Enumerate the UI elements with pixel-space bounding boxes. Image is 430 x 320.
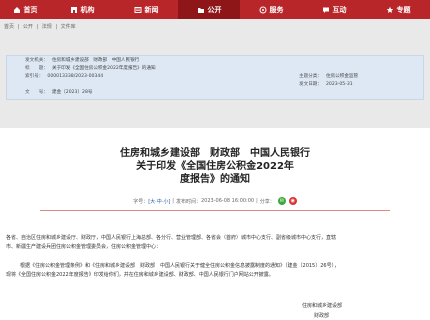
- meta-date: 发文日期： 2023-05-31: [299, 81, 353, 87]
- newspaper-icon: [134, 6, 142, 14]
- nav-label-topic: 专题: [396, 5, 411, 14]
- meta-docno-value: 建金〔2023〕28号: [51, 90, 93, 95]
- info-separator: |: [172, 198, 174, 204]
- nav-label-home: 首页: [23, 5, 38, 14]
- chat-icon: [322, 6, 330, 14]
- paragraph-2-cont: 现将《全国住房公积金2022年度报告》印发给你们，并在住房和城乡建设部、财政部、…: [6, 272, 274, 278]
- weibo-share-icon[interactable]: ◉: [288, 197, 297, 205]
- meta-title-label: 标 题：: [25, 66, 48, 71]
- meta-issuer: 发文机关： 住房和城乡建设部 财政部 中国人民银行: [25, 57, 139, 63]
- divider: [40, 210, 390, 211]
- publish-time-label: 发布时间：: [175, 198, 201, 205]
- meta-index: 索引号： 000013338/2023-00344: [25, 73, 103, 79]
- breadcrumb-sep: |: [36, 24, 39, 30]
- document-meta-panel: 发文机关： 住房和城乡建设部 财政部 中国人民银行 标 题： 关于印发《全国住房公积…: [6, 55, 424, 100]
- nav-item-service[interactable]: 服务: [240, 0, 302, 19]
- info-separator: |: [256, 198, 258, 204]
- nav-label-public: 公开: [207, 5, 222, 14]
- nav-label-news: 新闻: [144, 5, 159, 14]
- doc-title-line-3: 度报告》的通知: [180, 174, 250, 185]
- paragraph-1: 各省、自治区住房和城乡建设厅、财政厅，中国人民银行上海总部、各分行、营业管理部、…: [6, 235, 337, 241]
- nav-item-news[interactable]: 新闻: [114, 0, 178, 19]
- breadcrumb-public[interactable]: 公开: [23, 24, 33, 30]
- font-size-label: 字号：: [133, 198, 149, 205]
- nav-item-interact[interactable]: 互动: [302, 0, 366, 19]
- nav-label-institution: 机构: [80, 5, 95, 14]
- publish-time-value: 2023-06-08 16:00:00: [201, 198, 255, 204]
- nav-label-interact: 互动: [332, 5, 347, 14]
- meta-category-value: 住房公积金监管: [325, 74, 359, 79]
- paragraph-1-cont: 市、新疆生产建设兵团住房公积金管理委员会，住房公积金管理中心：: [6, 244, 162, 250]
- meta-category: 主题分类： 住房公积金监管: [299, 73, 358, 79]
- meta-title: 标 题： 关于印发《全国住房公积金2022年度报告》的通知: [25, 65, 156, 71]
- meta-docno: 文 号： 建金〔2023〕28号: [25, 89, 93, 95]
- nav-item-institution[interactable]: 机构: [50, 0, 114, 19]
- doc-info-bar: 字号： [大·中·小] | 发布时间： 2023-06-08 16:00:00 …: [0, 197, 430, 205]
- meta-docno-label: 文 号：: [25, 90, 48, 95]
- meta-title-value: 关于印发《全国住房公积金2022年度报告》的通知: [51, 66, 156, 71]
- service-icon: [259, 6, 267, 14]
- breadcrumb-library[interactable]: 文件库: [61, 24, 76, 30]
- home-icon: [13, 6, 21, 14]
- meta-issuer-value: 住房和城乡建设部 财政部 中国人民银行: [51, 58, 140, 63]
- meta-index-label: 索引号：: [25, 74, 44, 79]
- nav-label-service: 服务: [269, 5, 284, 14]
- top-nav: 首页 机构 新闻 公开 服务 互动 专题: [0, 0, 430, 19]
- nav-item-public[interactable]: 公开: [178, 0, 240, 19]
- signature-ministry: 住房和城乡建设部: [302, 303, 343, 309]
- breadcrumb-law[interactable]: 法规: [42, 24, 52, 30]
- meta-date-label: 发文日期：: [299, 82, 322, 87]
- meta-category-label: 主题分类：: [299, 74, 322, 79]
- nav-item-home[interactable]: 首页: [0, 0, 50, 19]
- meta-index-value: 000013338/2023-00344: [47, 74, 104, 79]
- building-icon: [70, 6, 78, 14]
- paragraph-2: 根据《住房公积金管理条例》和《住房和城乡建设部 财政部 中国人民银行关于健全住房…: [20, 263, 340, 269]
- meta-date-value: 2023-05-31: [325, 82, 353, 87]
- breadcrumb: 首页 | 公开 | 法规 | 文件库: [4, 23, 78, 30]
- font-size-switch[interactable]: [大·中·小]: [148, 198, 170, 205]
- signature-finance: 财政部: [314, 313, 330, 319]
- nav-item-topic[interactable]: 专题: [366, 0, 430, 19]
- star-icon: [386, 6, 394, 14]
- breadcrumb-home[interactable]: 首页: [4, 24, 14, 30]
- breadcrumb-sep: |: [17, 24, 20, 30]
- meta-issuer-label: 发文机关：: [25, 58, 48, 63]
- share-label: 分享：: [259, 198, 275, 205]
- folder-icon: [197, 6, 205, 14]
- breadcrumb-sep: |: [55, 24, 58, 30]
- wechat-share-icon[interactable]: ✉: [277, 197, 286, 205]
